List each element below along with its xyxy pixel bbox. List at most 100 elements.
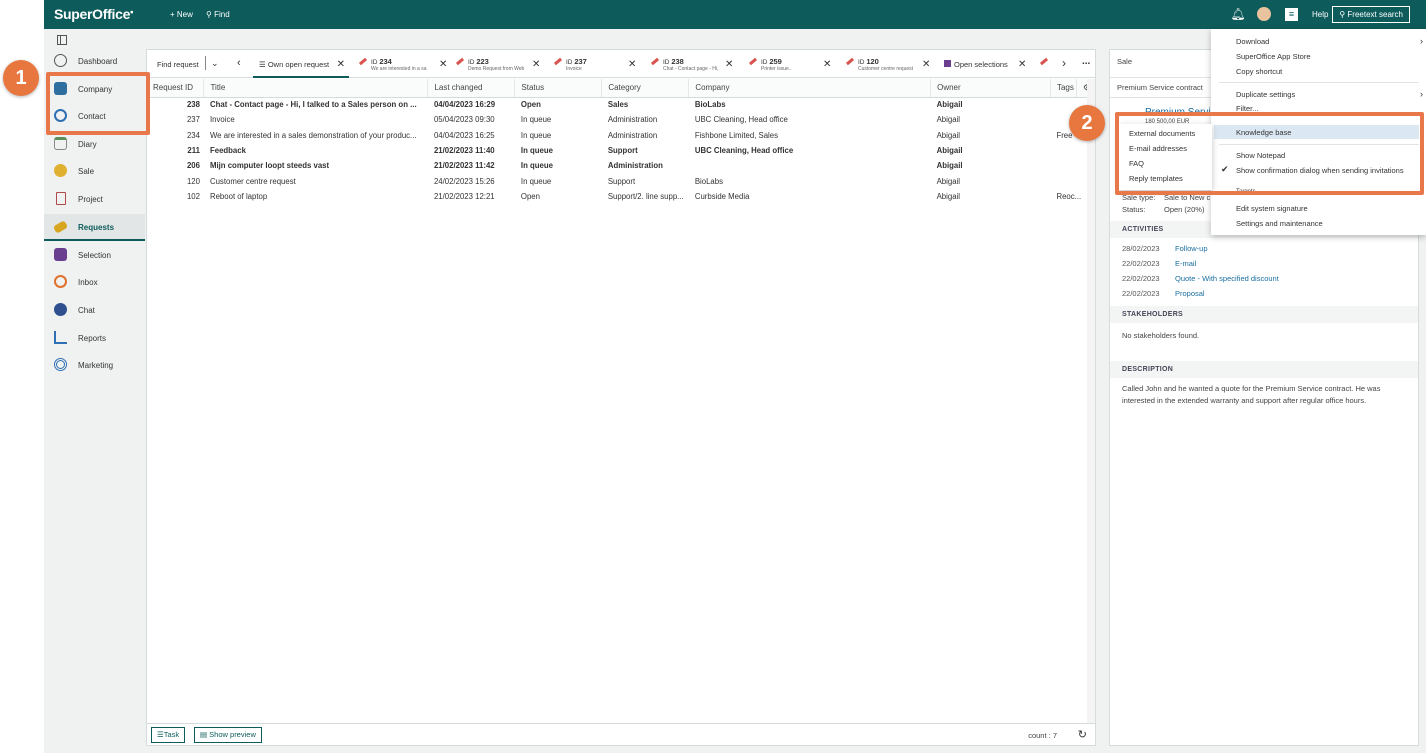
new-button[interactable]: + New xyxy=(170,10,193,19)
row-count: count : 7 xyxy=(1028,731,1057,740)
request-icon xyxy=(455,57,465,66)
sidebar-item-reports[interactable]: Reports xyxy=(44,325,145,352)
sidebar-item-selection[interactable]: Selection xyxy=(44,242,145,269)
reports-icon xyxy=(54,331,67,344)
activity-item[interactable]: 22/02/2023 Quote - With specified discoun… xyxy=(1122,274,1279,283)
requests-table: Request ID Title Last changed Status Cat… xyxy=(147,79,1096,204)
help-link[interactable]: Help xyxy=(1312,10,1328,19)
notepad-icon[interactable]: ≡ xyxy=(1285,8,1298,21)
table-row[interactable]: 102 Reboot of laptop 21/02/2023 12:21 Op… xyxy=(147,189,1095,204)
sidebar-item-inbox[interactable]: Inbox xyxy=(44,269,145,296)
description-text: Called John and he wanted a quote for th… xyxy=(1122,384,1381,405)
selection-icon xyxy=(54,248,67,261)
notification-bell-icon[interactable]: 🔔︎ xyxy=(1230,6,1246,22)
tab-own-open-requests[interactable]: ☰ Own open request ✕ xyxy=(253,50,349,78)
column-category[interactable]: Category xyxy=(601,79,690,98)
highlight-box-knowledge-base xyxy=(1115,112,1424,195)
tab-request-223[interactable]: ID 223 Demo Request from Web ✕ xyxy=(452,50,548,78)
request-icon xyxy=(358,57,368,66)
close-icon[interactable]: ✕ xyxy=(823,59,831,70)
activity-item[interactable]: 22/02/2023 E-mail xyxy=(1122,259,1196,268)
stakeholders-title: STAKEHOLDERS xyxy=(1122,311,1184,318)
show-preview-button[interactable]: ▤ Show preview xyxy=(194,727,262,743)
chevron-down-icon[interactable]: ⌄ xyxy=(211,58,219,69)
request-icon xyxy=(553,57,563,66)
request-icon xyxy=(650,57,660,66)
menu-item-edit-signature[interactable]: Edit system signature xyxy=(1236,204,1308,213)
close-icon[interactable]: ✕ xyxy=(337,59,345,70)
sidebar-item-chat[interactable]: Chat xyxy=(44,297,145,324)
request-icon xyxy=(1039,57,1049,66)
column-owner[interactable]: Owner xyxy=(930,79,1051,98)
sidebar-item-sale[interactable]: Sale xyxy=(44,158,145,185)
selection-icon xyxy=(944,60,951,67)
chevron-right-icon: › xyxy=(1420,89,1423,99)
activity-item[interactable]: 22/02/2023 Proposal xyxy=(1122,289,1205,298)
dashboard-icon xyxy=(54,54,67,67)
list-footer: ☰Task ▤ Show preview count : 7 ↻ xyxy=(147,723,1095,745)
table-row[interactable]: 237 Invoice 05/04/2023 09:30 In queue Ad… xyxy=(147,112,1095,127)
list-icon: ☰ xyxy=(259,60,268,69)
user-avatar[interactable] xyxy=(1257,7,1271,21)
tab-open-selections[interactable]: Open selections ✕ xyxy=(940,50,1036,78)
requests-list-panel: Find request ⌄ ‹ ☰ Own open request ✕ ID… xyxy=(146,49,1096,746)
sidebar-item-marketing[interactable]: Marketing xyxy=(44,352,145,379)
close-icon[interactable]: ✕ xyxy=(1018,59,1026,70)
callout-badge-2: 2 xyxy=(1069,105,1105,141)
freetext-search-button[interactable]: ⚲ Freetext search xyxy=(1332,6,1410,23)
activity-item[interactable]: 28/02/2023 Follow-up xyxy=(1122,244,1208,253)
find-button[interactable]: ⚲ Find xyxy=(206,10,230,19)
chat-icon xyxy=(54,303,67,316)
menu-item-app-store[interactable]: SuperOffice App Store xyxy=(1236,52,1311,61)
table-row[interactable]: 238 Chat - Contact page - Hi, I talked t… xyxy=(147,97,1095,112)
column-status[interactable]: Status xyxy=(514,79,603,98)
column-company[interactable]: Company xyxy=(688,79,932,98)
close-icon[interactable]: ✕ xyxy=(628,59,636,70)
tab-request-234[interactable]: ID 234 We are interested in a sa ✕ xyxy=(355,50,451,78)
project-icon xyxy=(56,192,66,205)
column-last-changed[interactable]: Last changed xyxy=(427,79,516,98)
column-request-id[interactable]: Request ID xyxy=(147,79,205,98)
activities-title: ACTIVITIES xyxy=(1122,226,1164,233)
description-title: DESCRIPTION xyxy=(1122,366,1174,373)
more-icon[interactable]: ... xyxy=(1082,56,1090,67)
sidebar-item-diary[interactable]: Diary xyxy=(44,131,145,158)
callout-badge-1: 1 xyxy=(3,60,39,96)
table-row[interactable]: 206 Mijn computer loopt steeds vast 21/0… xyxy=(147,158,1095,173)
vertical-scrollbar[interactable] xyxy=(1087,79,1095,723)
close-icon[interactable]: ✕ xyxy=(439,59,447,70)
table-row[interactable]: 234 We are interested in a sales demonst… xyxy=(147,128,1095,143)
refresh-icon[interactable]: ↻ xyxy=(1078,728,1087,741)
chevron-left-icon[interactable]: ‹ xyxy=(237,57,241,69)
chevron-right-icon[interactable]: › xyxy=(1062,56,1066,70)
column-tags[interactable]: Tags xyxy=(1050,79,1077,98)
close-icon[interactable]: ✕ xyxy=(922,59,930,70)
list-icon: ☰ xyxy=(157,730,164,739)
column-title[interactable]: Title xyxy=(203,79,429,98)
sidebar-item-dashboard[interactable]: Dashboard xyxy=(44,48,145,75)
close-icon[interactable]: ✕ xyxy=(532,59,540,70)
inbox-icon xyxy=(54,275,67,288)
menu-item-settings-maintenance[interactable]: Settings and maintenance xyxy=(1236,219,1323,228)
collapse-sidebar-icon[interactable] xyxy=(57,35,67,45)
sidebar-item-project[interactable]: Project xyxy=(44,186,145,213)
sidebar-item-requests[interactable]: Requests xyxy=(44,214,145,241)
superoffice-logo[interactable]: SuperOffice■ xyxy=(54,6,133,22)
sale-icon xyxy=(54,164,67,177)
task-button[interactable]: ☰Task xyxy=(151,727,186,743)
highlight-box-company-contact xyxy=(46,72,150,135)
tab-request-237[interactable]: ID 237 Invoice ✕ xyxy=(550,50,646,78)
find-request-tab[interactable]: Find request xyxy=(157,60,199,69)
menu-item-duplicate-settings[interactable]: Duplicate settings xyxy=(1236,90,1295,99)
table-row[interactable]: 120 Customer centre request 24/02/2023 1… xyxy=(147,173,1095,188)
tab-request-120[interactable]: ID 120 Customer centre request ✕ xyxy=(842,50,938,78)
tab-request-238[interactable]: ID 238 Chat - Contact page - Hi, ✕ xyxy=(647,50,743,78)
tab-request-259[interactable]: ID 259 Printer issue.. ✕ xyxy=(745,50,841,78)
menu-item-download[interactable]: Download xyxy=(1236,37,1269,46)
table-row[interactable]: 211 Feedback 21/02/2023 11:40 In queue S… xyxy=(147,143,1095,158)
request-icon xyxy=(845,57,855,66)
preview-icon: ▤ xyxy=(200,730,210,739)
menu-item-copy-shortcut[interactable]: Copy shortcut xyxy=(1236,67,1282,76)
chevron-right-icon: › xyxy=(1420,36,1423,46)
close-icon[interactable]: ✕ xyxy=(725,59,733,70)
